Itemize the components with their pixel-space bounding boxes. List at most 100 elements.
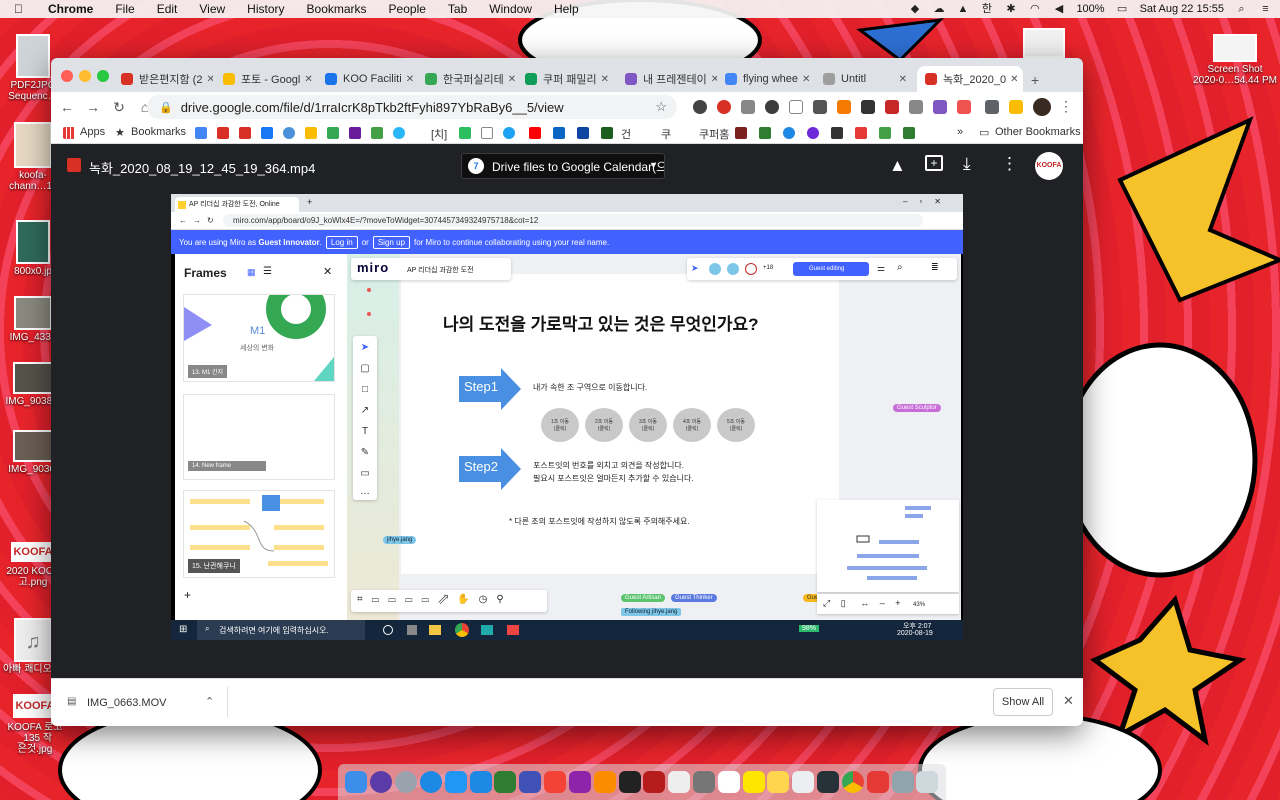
reload-icon[interactable]: ↻ <box>109 99 129 116</box>
battery-percent[interactable]: 100% <box>1076 3 1104 15</box>
status-app-icon[interactable]: ◆ <box>908 3 921 15</box>
books-icon[interactable] <box>593 771 616 793</box>
browser-tab[interactable]: 한국퍼실리테 ✕ <box>417 66 517 92</box>
minimize-window-button[interactable] <box>79 70 91 82</box>
keynote-icon[interactable] <box>519 771 542 793</box>
browser-tab[interactable]: 녹화_2020_0 ✕ <box>917 66 1023 92</box>
dropdown-chevron-icon[interactable]: ▼ <box>649 160 658 170</box>
bookmark-icon[interactable] <box>879 127 891 139</box>
extension-icon-12[interactable] <box>957 100 971 114</box>
extension-icon-2[interactable] <box>717 100 731 114</box>
tv-icon[interactable] <box>618 771 641 793</box>
menu-tab[interactable]: Tab <box>437 2 478 16</box>
maps-icon[interactable] <box>305 127 317 139</box>
volume-icon[interactable]: ◀ <box>1052 3 1065 15</box>
bookmark-ku[interactable]: 쿠 <box>661 126 671 142</box>
close-window-button[interactable] <box>61 70 73 82</box>
twitter-icon[interactable] <box>503 127 515 139</box>
drive-icon[interactable]: ▲ <box>956 3 969 15</box>
tab-close-icon[interactable]: ✕ <box>895 74 907 85</box>
facetime-icon[interactable] <box>494 771 517 793</box>
trash-icon[interactable] <box>916 771 939 793</box>
menu-view[interactable]: View <box>188 2 236 16</box>
bookmark-icon[interactable] <box>807 127 819 139</box>
input-source-icon[interactable]: 한 <box>980 3 993 15</box>
bookmark-icon[interactable] <box>831 127 843 139</box>
cloud-icon[interactable]: ☁ <box>932 3 945 15</box>
tab-close-icon[interactable]: ✕ <box>798 74 810 85</box>
menu-window[interactable]: Window <box>478 2 543 16</box>
extension-icon-6[interactable] <box>813 100 827 114</box>
chrome-menu-icon[interactable]: ⋮ <box>1059 98 1073 115</box>
tab-close-icon[interactable]: ✕ <box>504 74 516 85</box>
photo-booth-icon[interactable] <box>643 771 666 793</box>
battery-icon[interactable]: ▭ <box>1116 3 1129 15</box>
bookmark-icon[interactable] <box>735 127 747 139</box>
youtube-icon[interactable] <box>529 127 541 139</box>
pdf-icon[interactable] <box>866 771 889 793</box>
system-preferences-icon[interactable] <box>693 771 715 793</box>
evernote-icon[interactable] <box>459 127 471 139</box>
address-bar[interactable]: 🔒 drive.google.com/file/d/1rraIcrK8pTkb2… <box>147 95 677 119</box>
bookmark-icon[interactable] <box>759 127 771 139</box>
app-store-icon[interactable] <box>444 771 467 793</box>
google-drive-icon[interactable] <box>1009 100 1023 114</box>
desktop-icon-doc-right[interactable] <box>1012 28 1076 60</box>
bookmark-other[interactable]: Other Bookmarks <box>995 126 1081 138</box>
terminal-icon[interactable] <box>817 771 840 793</box>
messages-icon[interactable] <box>469 771 492 793</box>
notes-icon[interactable] <box>767 771 790 793</box>
add-comment-icon[interactable]: + <box>925 155 943 171</box>
launchpad-icon[interactable] <box>395 771 418 793</box>
extensions-puzzle-icon[interactable] <box>985 100 999 114</box>
bookmark-icon[interactable] <box>481 127 493 139</box>
tab-close-icon[interactable]: ✕ <box>1006 74 1018 85</box>
gmail-icon[interactable] <box>239 127 251 139</box>
menu-file[interactable]: File <box>104 2 145 16</box>
browser-tab[interactable]: 포토 - Googl ✕ <box>215 66 315 92</box>
extension-icon-11[interactable] <box>933 100 947 114</box>
account-avatar[interactable]: KOOFA <box>1035 152 1063 180</box>
apple-icon[interactable]:  <box>0 2 34 16</box>
download-item[interactable]: ▤ IMG_0663.MOV ⌃ <box>61 689 221 717</box>
bookmark-geon[interactable]: 건 <box>621 126 631 142</box>
maximize-window-button[interactable] <box>97 70 109 82</box>
menu-help[interactable]: Help <box>543 2 590 16</box>
spotlight-icon[interactable]: ⌕ <box>1235 3 1248 15</box>
video-player[interactable]: AP 리더십 과감한 도전, Online + –▫✕ ←→↻ miro.com… <box>171 194 963 640</box>
bookmark-icon[interactable] <box>855 127 867 139</box>
show-all-button[interactable]: Show All <box>993 688 1053 716</box>
tab-close-icon[interactable]: ✕ <box>597 74 609 85</box>
google-icon[interactable] <box>195 127 207 139</box>
bookmark-chi[interactable]: [치] <box>431 126 447 142</box>
profile-avatar[interactable] <box>1033 98 1051 116</box>
bookmark-kuphome[interactable]: 쿠퍼홈 <box>699 126 729 142</box>
tab-close-icon[interactable]: ✕ <box>402 74 414 85</box>
bookmark-icon[interactable] <box>601 127 613 139</box>
browser-tab[interactable]: Untitl ✕ <box>815 66 915 92</box>
download-menu-chevron-icon[interactable]: ⌃ <box>205 695 214 708</box>
facebook-icon[interactable] <box>261 127 273 139</box>
finder-icon[interactable] <box>345 771 368 793</box>
new-tab-icon[interactable]: + <box>1031 72 1039 88</box>
close-shelf-icon[interactable]: ✕ <box>1063 693 1074 709</box>
extension-icon-8[interactable] <box>861 100 875 114</box>
add-to-drive-icon[interactable]: ▲ <box>889 156 906 176</box>
photos-icon[interactable] <box>668 771 691 793</box>
extension-icon-7[interactable] <box>837 100 851 114</box>
extension-icon-10[interactable] <box>909 100 923 114</box>
bookmark-icon[interactable] <box>371 127 383 139</box>
download-icon[interactable]: ⤓ <box>963 154 971 174</box>
tab-close-icon[interactable]: ✕ <box>707 74 717 85</box>
bookmark-apps[interactable]: Apps <box>80 126 105 138</box>
extension-icon-3[interactable] <box>741 100 755 114</box>
open-with-button[interactable]: 7 Drive files to Google Calendar(으... ▼ <box>461 153 665 179</box>
bookmark-icon[interactable] <box>577 127 589 139</box>
wifi-icon[interactable]: ◠ <box>1028 3 1041 15</box>
linkedin-icon[interactable] <box>553 127 565 139</box>
kakaotalk-icon[interactable] <box>742 771 765 793</box>
extension-icon-5[interactable] <box>789 100 803 114</box>
music-icon[interactable] <box>544 771 567 793</box>
notification-center-icon[interactable]: ≡ <box>1259 3 1272 15</box>
calendar-icon[interactable] <box>717 771 740 793</box>
